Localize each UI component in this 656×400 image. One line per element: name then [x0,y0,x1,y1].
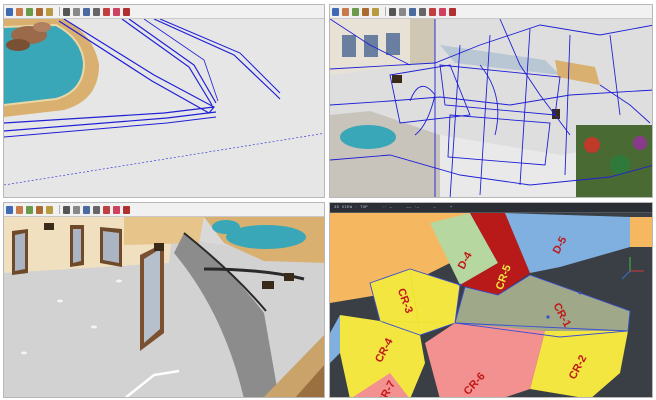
selection-grip[interactable] [458,283,462,287]
pencil-icon[interactable] [36,205,43,214]
move-icon[interactable] [63,7,70,16]
eraser-icon[interactable] [342,7,349,16]
window [386,33,400,55]
toolbar-bottom-left [4,203,324,217]
room-region[interactable] [630,217,653,247]
select-arrow-icon[interactable] [6,7,13,16]
roof-segment [555,60,600,85]
flower-bed [584,137,600,153]
pool-water [340,125,396,149]
viewport-bottom-left[interactable] [3,202,325,398]
rock-cluster [6,39,30,51]
section-icon[interactable] [103,205,110,214]
move-icon[interactable] [389,7,396,16]
model-canvas-top-left[interactable] [4,5,325,198]
window [342,35,356,57]
door-glass [73,229,81,263]
chair [154,243,164,251]
pan-icon[interactable] [93,205,100,214]
selection-grip[interactable] [578,291,582,295]
component-icon[interactable] [439,7,446,16]
tape-measure-icon[interactable] [73,205,80,214]
floor-light [21,351,27,355]
viewport-top-right[interactable] [329,4,653,198]
room-region[interactable] [330,315,340,363]
paint-bucket-icon[interactable] [352,7,359,16]
toolbar-separator [385,7,386,16]
chair [284,273,294,281]
door-glass [15,233,25,271]
floor-light [116,279,122,283]
select-arrow-icon[interactable] [6,205,13,214]
door-glass [103,231,119,263]
cad-header-item[interactable]: —— ·— [406,206,419,210]
cad-plan-canvas[interactable]: D-5 D-4 CR-5 CR-3 CR-1 CR-4 CR-2 CR-6 CR… [330,203,653,398]
floor-light [57,299,63,303]
cad-view-header: 3D VIEW · TOP ·· — —— ·— — + [330,203,652,213]
move-icon[interactable] [63,205,70,214]
toolbar-top-right [330,5,652,19]
orbit-icon[interactable] [83,7,90,16]
flower-bed [633,136,647,150]
paint-bucket-icon[interactable] [26,7,33,16]
rectangle-icon[interactable] [46,205,53,214]
cad-header-item[interactable]: — [433,206,436,210]
component-icon[interactable] [113,7,120,16]
toolbar-separator [59,7,60,16]
model-canvas-bottom-left[interactable] [4,203,325,398]
door-glass [144,249,160,343]
table [44,223,54,230]
viewport-bottom-right-cad[interactable]: 3D VIEW · TOP ·· — —— ·— — + D-5 D-4 CR-… [329,202,653,398]
chair [392,75,402,83]
cad-header-item[interactable]: ·· — [382,206,392,210]
section-icon[interactable] [103,7,110,16]
component-icon[interactable] [113,205,120,214]
rectangle-icon[interactable] [46,7,53,16]
table [262,281,274,289]
warehouse-icon[interactable] [123,7,130,16]
section-icon[interactable] [429,7,436,16]
warehouse-icon[interactable] [123,205,130,214]
room-cr6[interactable] [425,323,545,398]
toolbar-separator [59,205,60,214]
pan-icon[interactable] [93,7,100,16]
pool-water [212,220,240,234]
cad-header-item[interactable]: 3D VIEW · TOP [334,206,368,210]
building-wall [410,19,435,65]
tape-measure-icon[interactable] [73,7,80,16]
orbit-icon[interactable] [409,7,416,16]
pan-icon[interactable] [419,7,426,16]
ucs-axis-icon [621,257,644,280]
floor-light [91,325,97,329]
warehouse-icon[interactable] [449,7,456,16]
eraser-icon[interactable] [16,205,23,214]
paint-bucket-icon[interactable] [26,205,33,214]
viewport-top-left[interactable] [3,4,325,198]
orbit-icon[interactable] [83,205,90,214]
model-canvas-top-right[interactable] [330,5,653,198]
cad-header-item[interactable]: + [450,206,453,210]
toolbar-top-left [4,5,324,19]
rectangle-icon[interactable] [372,7,379,16]
select-arrow-icon[interactable] [332,7,339,16]
pencil-icon[interactable] [36,7,43,16]
floor-slab [330,111,440,197]
rock-cluster [33,22,51,32]
selection-grip[interactable] [546,315,550,319]
eraser-icon[interactable] [16,7,23,16]
tape-measure-icon[interactable] [399,7,406,16]
pencil-icon[interactable] [362,7,369,16]
